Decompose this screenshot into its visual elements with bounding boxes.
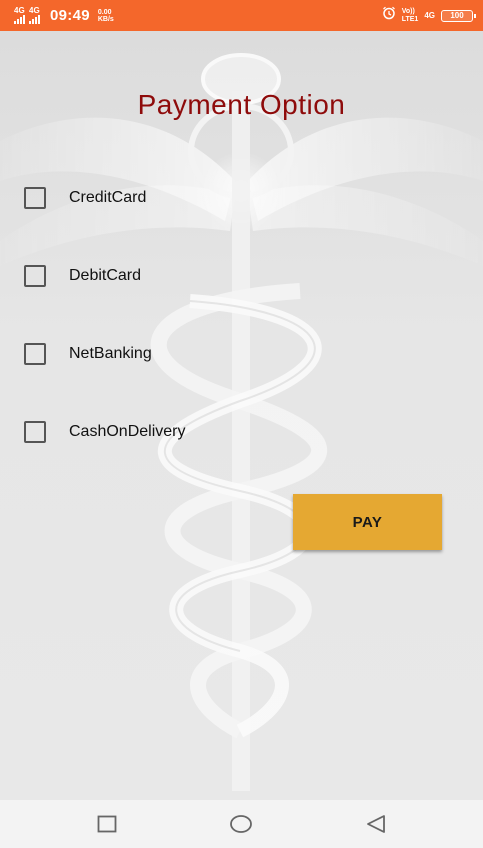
net-banking-label: NetBanking xyxy=(69,345,152,362)
caduceus-icon xyxy=(0,53,483,791)
status-right: Vo)) LTE1 4G 100 xyxy=(382,6,476,25)
signal-icon: 4G xyxy=(14,7,25,24)
speed-value: 0.00 xyxy=(97,8,112,16)
credit-card-label: CreditCard xyxy=(69,189,147,206)
option-debit-card[interactable]: DebitCard xyxy=(24,261,141,291)
battery-icon: 100 xyxy=(441,9,476,22)
status-left: 4G 4G 09:49 0.00 KB/s xyxy=(14,7,114,24)
navigation-bar xyxy=(0,800,483,848)
network-4g-label: 4G xyxy=(424,11,435,20)
option-cash-on-delivery[interactable]: CashOnDelivery xyxy=(24,417,185,447)
payment-screen: Payment Option CreditCard DebitCard NetB… xyxy=(0,31,483,800)
page-title: Payment Option xyxy=(137,89,346,120)
signal-icon-2: 4G xyxy=(29,7,40,24)
volte-bottom: LTE1 xyxy=(401,15,419,23)
battery-level: 100 xyxy=(450,11,464,20)
network-type-2: 4G xyxy=(29,6,40,15)
speed-unit: KB/s xyxy=(97,15,114,23)
pay-button[interactable]: PAY xyxy=(293,494,442,550)
alarm-icon xyxy=(382,6,396,25)
option-credit-card[interactable]: CreditCard xyxy=(24,183,146,213)
volte-indicator: Vo)) LTE1 xyxy=(402,8,419,24)
debit-card-checkbox[interactable] xyxy=(24,265,46,287)
clock: 09:49 xyxy=(50,7,90,24)
network-speed: 0.00 KB/s xyxy=(98,9,114,23)
back-icon[interactable] xyxy=(356,804,396,844)
cash-on-delivery-label: CashOnDelivery xyxy=(69,423,186,440)
network-type-1: 4G xyxy=(14,6,25,15)
volte-top: Vo)) xyxy=(401,7,415,15)
debit-card-label: DebitCard xyxy=(69,267,142,284)
cash-on-delivery-checkbox[interactable] xyxy=(24,421,46,443)
recent-apps-icon[interactable] xyxy=(87,804,127,844)
net-banking-checkbox[interactable] xyxy=(24,343,46,365)
option-net-banking[interactable]: NetBanking xyxy=(24,339,152,369)
home-icon[interactable] xyxy=(221,804,261,844)
status-bar: 4G 4G 09:49 0.00 KB/s Vo)) LTE1 4G 100 xyxy=(0,0,483,31)
credit-card-checkbox[interactable] xyxy=(24,187,46,209)
